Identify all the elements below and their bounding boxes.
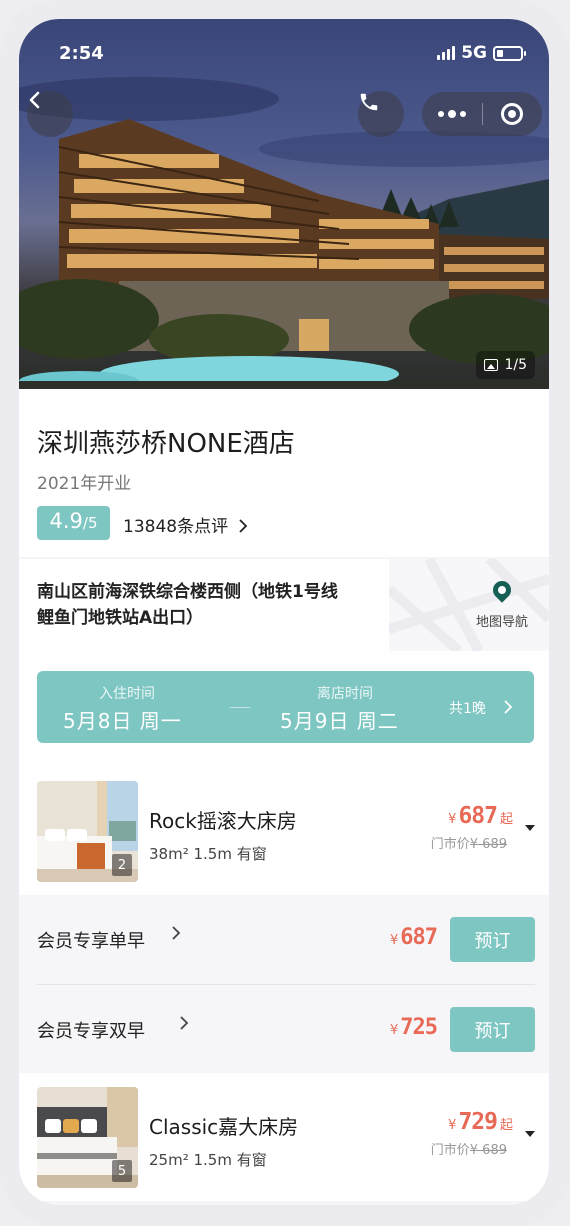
rate-plan-row: 会员专享单早 ¥ 687 预订: [19, 895, 549, 985]
phone-frame: 2:54 5G 1/5 深圳燕莎桥NONE酒店 2021年开业 4.9 /5 1…: [0, 0, 570, 1226]
room-name: Rock摇滚大床房: [149, 809, 297, 833]
price-suffix: 起: [499, 812, 513, 827]
screen: 2:54 5G 1/5 深圳燕莎桥NONE酒店 2021年开业 4.9 /5 1…: [19, 19, 549, 1205]
rate-plan-name[interactable]: 会员专享双早: [37, 1017, 145, 1043]
checkin-date: 5月8日 周一: [63, 709, 182, 733]
currency-symbol: ¥: [448, 1118, 457, 1133]
date-separator: [230, 707, 250, 708]
checkin-label: 入住时间: [99, 686, 155, 702]
chevron-right-icon: [180, 1016, 189, 1030]
rate-price: ¥ 725: [389, 1015, 438, 1040]
back-button[interactable]: [27, 91, 73, 137]
back-chevron-icon: [29, 91, 40, 109]
room-price: ¥ 729 起: [448, 1109, 513, 1135]
image-icon: [484, 359, 499, 371]
rating-score: 4.9: [49, 509, 83, 533]
market-price-label: 门市价: [430, 837, 470, 852]
room-thumbnail[interactable]: 2: [37, 781, 138, 882]
checkout-date: 5月9日 周二: [280, 709, 399, 733]
chevron-right-icon: [504, 700, 513, 714]
room-specs: 38m² 1.5m 有窗: [149, 845, 267, 863]
room-card[interactable]: 5 Classic嘉大床房 25m² 1.5m 有窗 ¥ 729 起 门市价¥ …: [19, 1073, 549, 1201]
mini-program-capsule: [422, 92, 542, 136]
more-dots-icon: [437, 110, 466, 118]
caret-down-icon[interactable]: [525, 1131, 535, 1137]
rate-price-value: 725: [400, 1015, 438, 1040]
chevron-right-icon: [172, 926, 181, 940]
network-label: 5G: [461, 43, 487, 63]
book-button[interactable]: 预订: [450, 1007, 535, 1052]
address-text: 南山区前海深铁综合楼西侧（地铁1号线 鲤鱼门地铁站A出口）: [37, 579, 397, 631]
hotel-name: 深圳燕莎桥NONE酒店: [37, 429, 295, 459]
map-pin-icon: [489, 577, 515, 603]
phone-icon: [360, 93, 378, 111]
room-card[interactable]: 2 Rock摇滚大床房 38m² 1.5m 有窗 ¥ 687 起 门市价¥ 68…: [19, 767, 549, 895]
market-price: 门市价¥ 689: [431, 1139, 507, 1158]
room-thumbnail[interactable]: 5: [37, 1087, 138, 1188]
price-value: 687: [458, 803, 498, 829]
room-price: ¥ 687 起: [448, 803, 513, 829]
currency-symbol: ¥: [389, 933, 399, 948]
address-line-1: 南山区前海深铁综合楼西侧（地铁1号线: [37, 582, 338, 602]
rate-price: ¥ 687: [389, 925, 438, 950]
price-value: 729: [458, 1109, 498, 1135]
date-section: 入住时间 5月8日 周一 离店时间 5月9日 周二 共1晚: [19, 651, 549, 767]
currency-symbol: ¥: [389, 1023, 399, 1038]
date-picker-bar[interactable]: 入住时间 5月8日 周一 离店时间 5月9日 周二 共1晚: [37, 671, 534, 743]
price-suffix: 起: [499, 1118, 513, 1133]
rating-max: /5: [82, 514, 98, 532]
rate-plan-row: 会员专享双早 ¥ 725 预订: [19, 985, 549, 1075]
signal-icon: [437, 46, 456, 60]
battery-icon: [493, 45, 526, 61]
room-specs: 25m² 1.5m 有窗: [149, 1151, 267, 1169]
checkout-label: 离店时间: [317, 686, 373, 702]
reviews-count: 13848条点评: [123, 517, 229, 537]
address-section[interactable]: 南山区前海深铁综合楼西侧（地铁1号线 鲤鱼门地铁站A出口） 地图导航: [19, 559, 549, 651]
room-image-count: 2: [112, 854, 132, 876]
room-name: Classic嘉大床房: [149, 1115, 299, 1139]
market-price-value: ¥ 689: [469, 1143, 507, 1158]
status-time: 2:54: [59, 43, 104, 64]
address-line-2: 鲤鱼门地铁站A出口）: [37, 608, 204, 628]
photo-counter[interactable]: 1/5: [476, 351, 535, 379]
rating-badge: 4.9 /5: [37, 506, 110, 540]
hotel-info-card: 深圳燕莎桥NONE酒店 2021年开业 4.9 /5 13848条点评: [19, 389, 549, 557]
market-price-label: 门市价: [430, 1143, 470, 1158]
reviews-link[interactable]: 13848条点评: [123, 512, 248, 537]
close-mini-program-button[interactable]: [482, 92, 542, 136]
book-button[interactable]: 预订: [450, 917, 535, 962]
rate-plan-name[interactable]: 会员专享单早: [37, 927, 145, 953]
caret-down-icon[interactable]: [525, 825, 535, 831]
opening-year: 2021年开业: [37, 474, 132, 494]
market-price: 门市价¥ 689: [431, 833, 507, 852]
map-navigation-button[interactable]: 地图导航: [467, 577, 537, 630]
target-icon: [501, 103, 524, 125]
nights-count: 共1晚: [449, 701, 486, 717]
photo-count-text: 1/5: [504, 357, 527, 373]
status-bar-right: 5G: [437, 43, 526, 63]
chevron-right-icon: [238, 519, 247, 533]
hero-image[interactable]: 2:54 5G 1/5: [19, 19, 549, 389]
currency-symbol: ¥: [448, 812, 457, 827]
market-price-value: ¥ 689: [469, 837, 507, 852]
rate-price-value: 687: [400, 925, 438, 950]
map-navigation-label: 地图导航: [475, 615, 528, 630]
room-image-count: 5: [112, 1160, 132, 1182]
hotel-photo: [19, 77, 549, 389]
call-button[interactable]: [358, 91, 404, 137]
more-button[interactable]: [422, 92, 482, 136]
